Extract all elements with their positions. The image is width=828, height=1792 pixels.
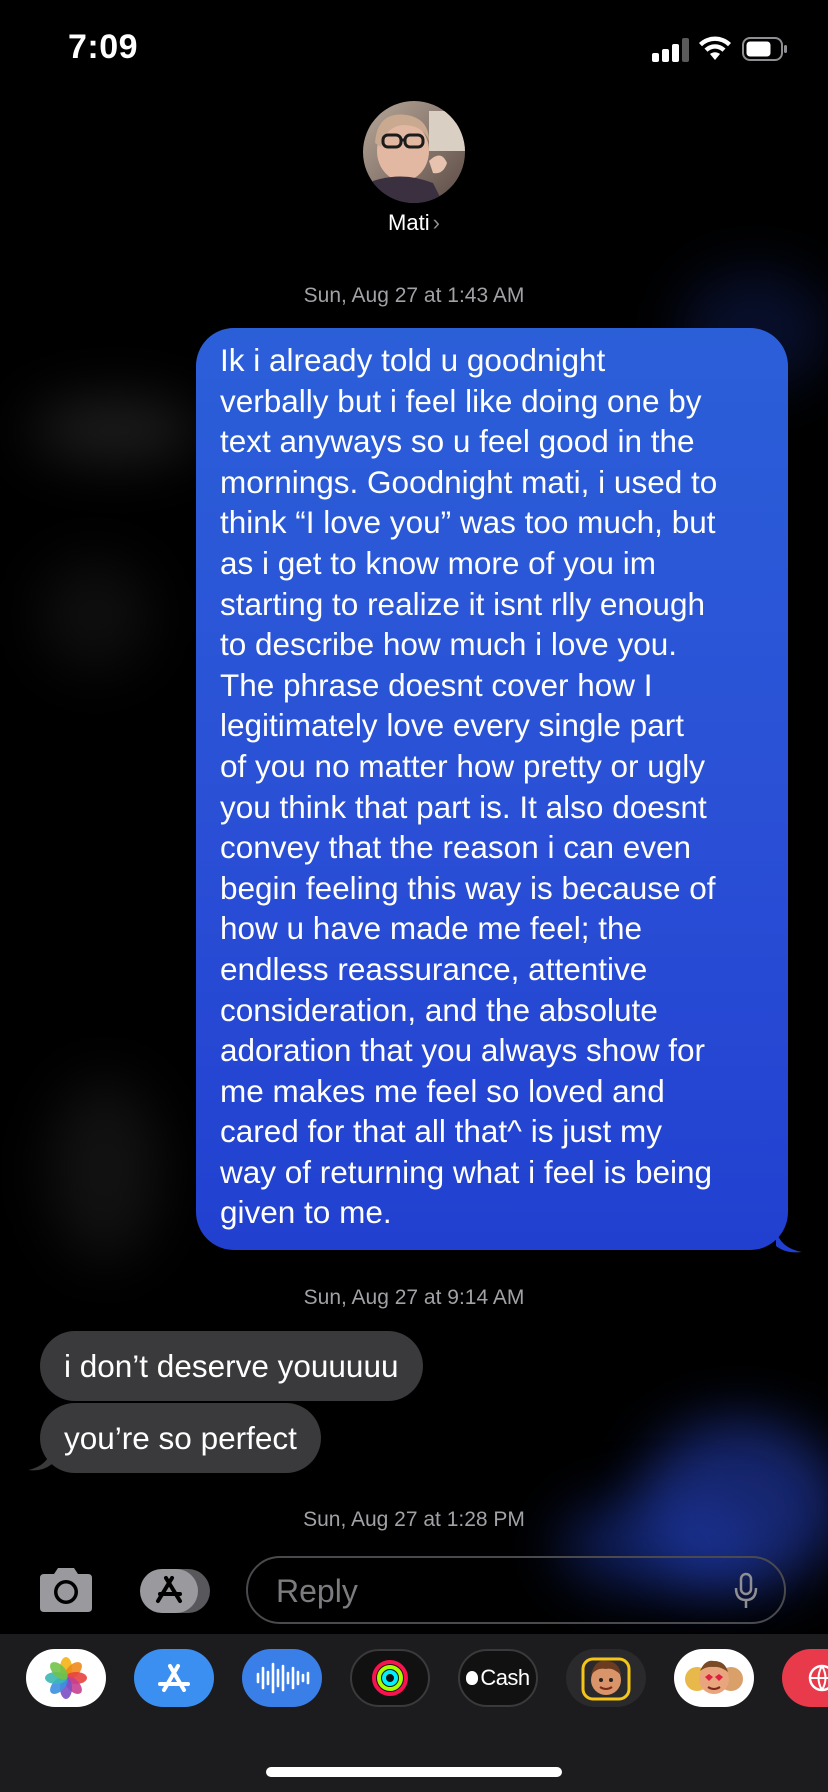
avatar-photo — [363, 101, 465, 203]
wifi-icon — [699, 36, 731, 60]
message-line: consideration, and the absolute — [220, 991, 658, 1028]
message-line: text anyways so u feel good in the — [220, 423, 695, 460]
apple-cash-label: Cash — [480, 1665, 530, 1690]
message-line: think “I love you” was too much, but — [220, 504, 716, 541]
app-store-apps-icon[interactable] — [138, 1566, 214, 1616]
activity-rings — [372, 1660, 408, 1696]
received-bubble-tail — [28, 1448, 52, 1471]
message-line: given to me. — [220, 1194, 392, 1231]
message-line: cared for that all that^ is just my — [220, 1113, 662, 1150]
message-line: mornings. Goodnight mati, i used to — [220, 463, 718, 500]
message-input-field[interactable] — [246, 1556, 786, 1624]
background-blur — [30, 400, 200, 460]
contact-name-text: Mati — [388, 210, 430, 235]
message-line: begin feeling this way is because of — [220, 869, 716, 906]
status-bar-time: 7:09 — [68, 28, 139, 66]
memoji-icon[interactable] — [566, 1649, 646, 1707]
background-blur — [50, 1080, 160, 1260]
message-timestamp: Sun, Aug 27 at 9:14 AM — [303, 1286, 525, 1309]
battery-icon — [742, 37, 787, 61]
memoji-stickers-icon[interactable] — [674, 1649, 754, 1707]
message-line: you think that part is. It also doesnt — [220, 788, 707, 825]
cellular-signal-icon — [652, 38, 690, 62]
chevron-right-icon: › — [432, 210, 440, 235]
sent-message-bubble[interactable]: Ik i already told u goodnight verbally b… — [196, 328, 788, 1250]
message-line: endless reassurance, attentive — [220, 950, 648, 987]
photos-flower — [45, 1657, 87, 1699]
contact-name[interactable]: Mati › — [0, 210, 828, 236]
apple-logo-icon — [466, 1671, 479, 1685]
memoji-face — [581, 1657, 631, 1701]
audio-message-icon[interactable] — [242, 1649, 322, 1707]
received-message-bubble[interactable]: you’re so perfect — [40, 1403, 321, 1473]
message-line: verbally but i feel like doing one by — [220, 382, 702, 419]
message-line: convey that the reason i can even — [220, 829, 692, 866]
sent-bubble-tail — [776, 1230, 802, 1253]
waveform-glyph — [256, 1662, 310, 1694]
message-line: legitimately love every single part — [220, 707, 684, 744]
memoji-sticker-faces — [685, 1660, 743, 1694]
app-store-glyph — [158, 1664, 190, 1692]
message-timestamp: Sun, Aug 27 at 1:43 AM — [303, 284, 525, 307]
microphone-icon[interactable] — [734, 1572, 758, 1610]
message-line: as i get to know more of you im — [220, 544, 656, 581]
background-blur — [40, 560, 150, 670]
message-line: how u have made me feel; the — [220, 910, 643, 947]
app-store-icon[interactable] — [134, 1649, 214, 1707]
message-line: of you no matter how pretty or ugly — [220, 747, 705, 784]
fitness-activity-icon[interactable] — [350, 1649, 430, 1707]
camera-icon[interactable] — [36, 1566, 96, 1614]
reply-input[interactable] — [274, 1558, 718, 1624]
message-timestamp: Sun, Aug 27 at 1:28 PM — [303, 1508, 525, 1531]
home-indicator[interactable] — [266, 1767, 562, 1777]
photos-icon[interactable] — [26, 1649, 106, 1707]
message-line: Ik i already told u goodnight — [220, 342, 606, 378]
message-line: to describe how much i love you. — [220, 626, 677, 663]
message-line: me makes me feel so loved and — [220, 1072, 665, 1109]
message-line: adoration that you always show for — [220, 1032, 706, 1069]
digital-touch-glyph — [808, 1664, 828, 1692]
apple-cash-icon[interactable]: Cash — [458, 1649, 538, 1707]
message-line: way of returning what i feel is being — [220, 1153, 713, 1190]
message-line: starting to realize it isnt rlly enough — [220, 585, 705, 622]
message-line: The phrase doesnt cover how I — [220, 666, 653, 703]
received-message-bubble[interactable]: i don’t deserve youuuuu — [40, 1331, 423, 1401]
contact-avatar[interactable] — [363, 101, 465, 203]
